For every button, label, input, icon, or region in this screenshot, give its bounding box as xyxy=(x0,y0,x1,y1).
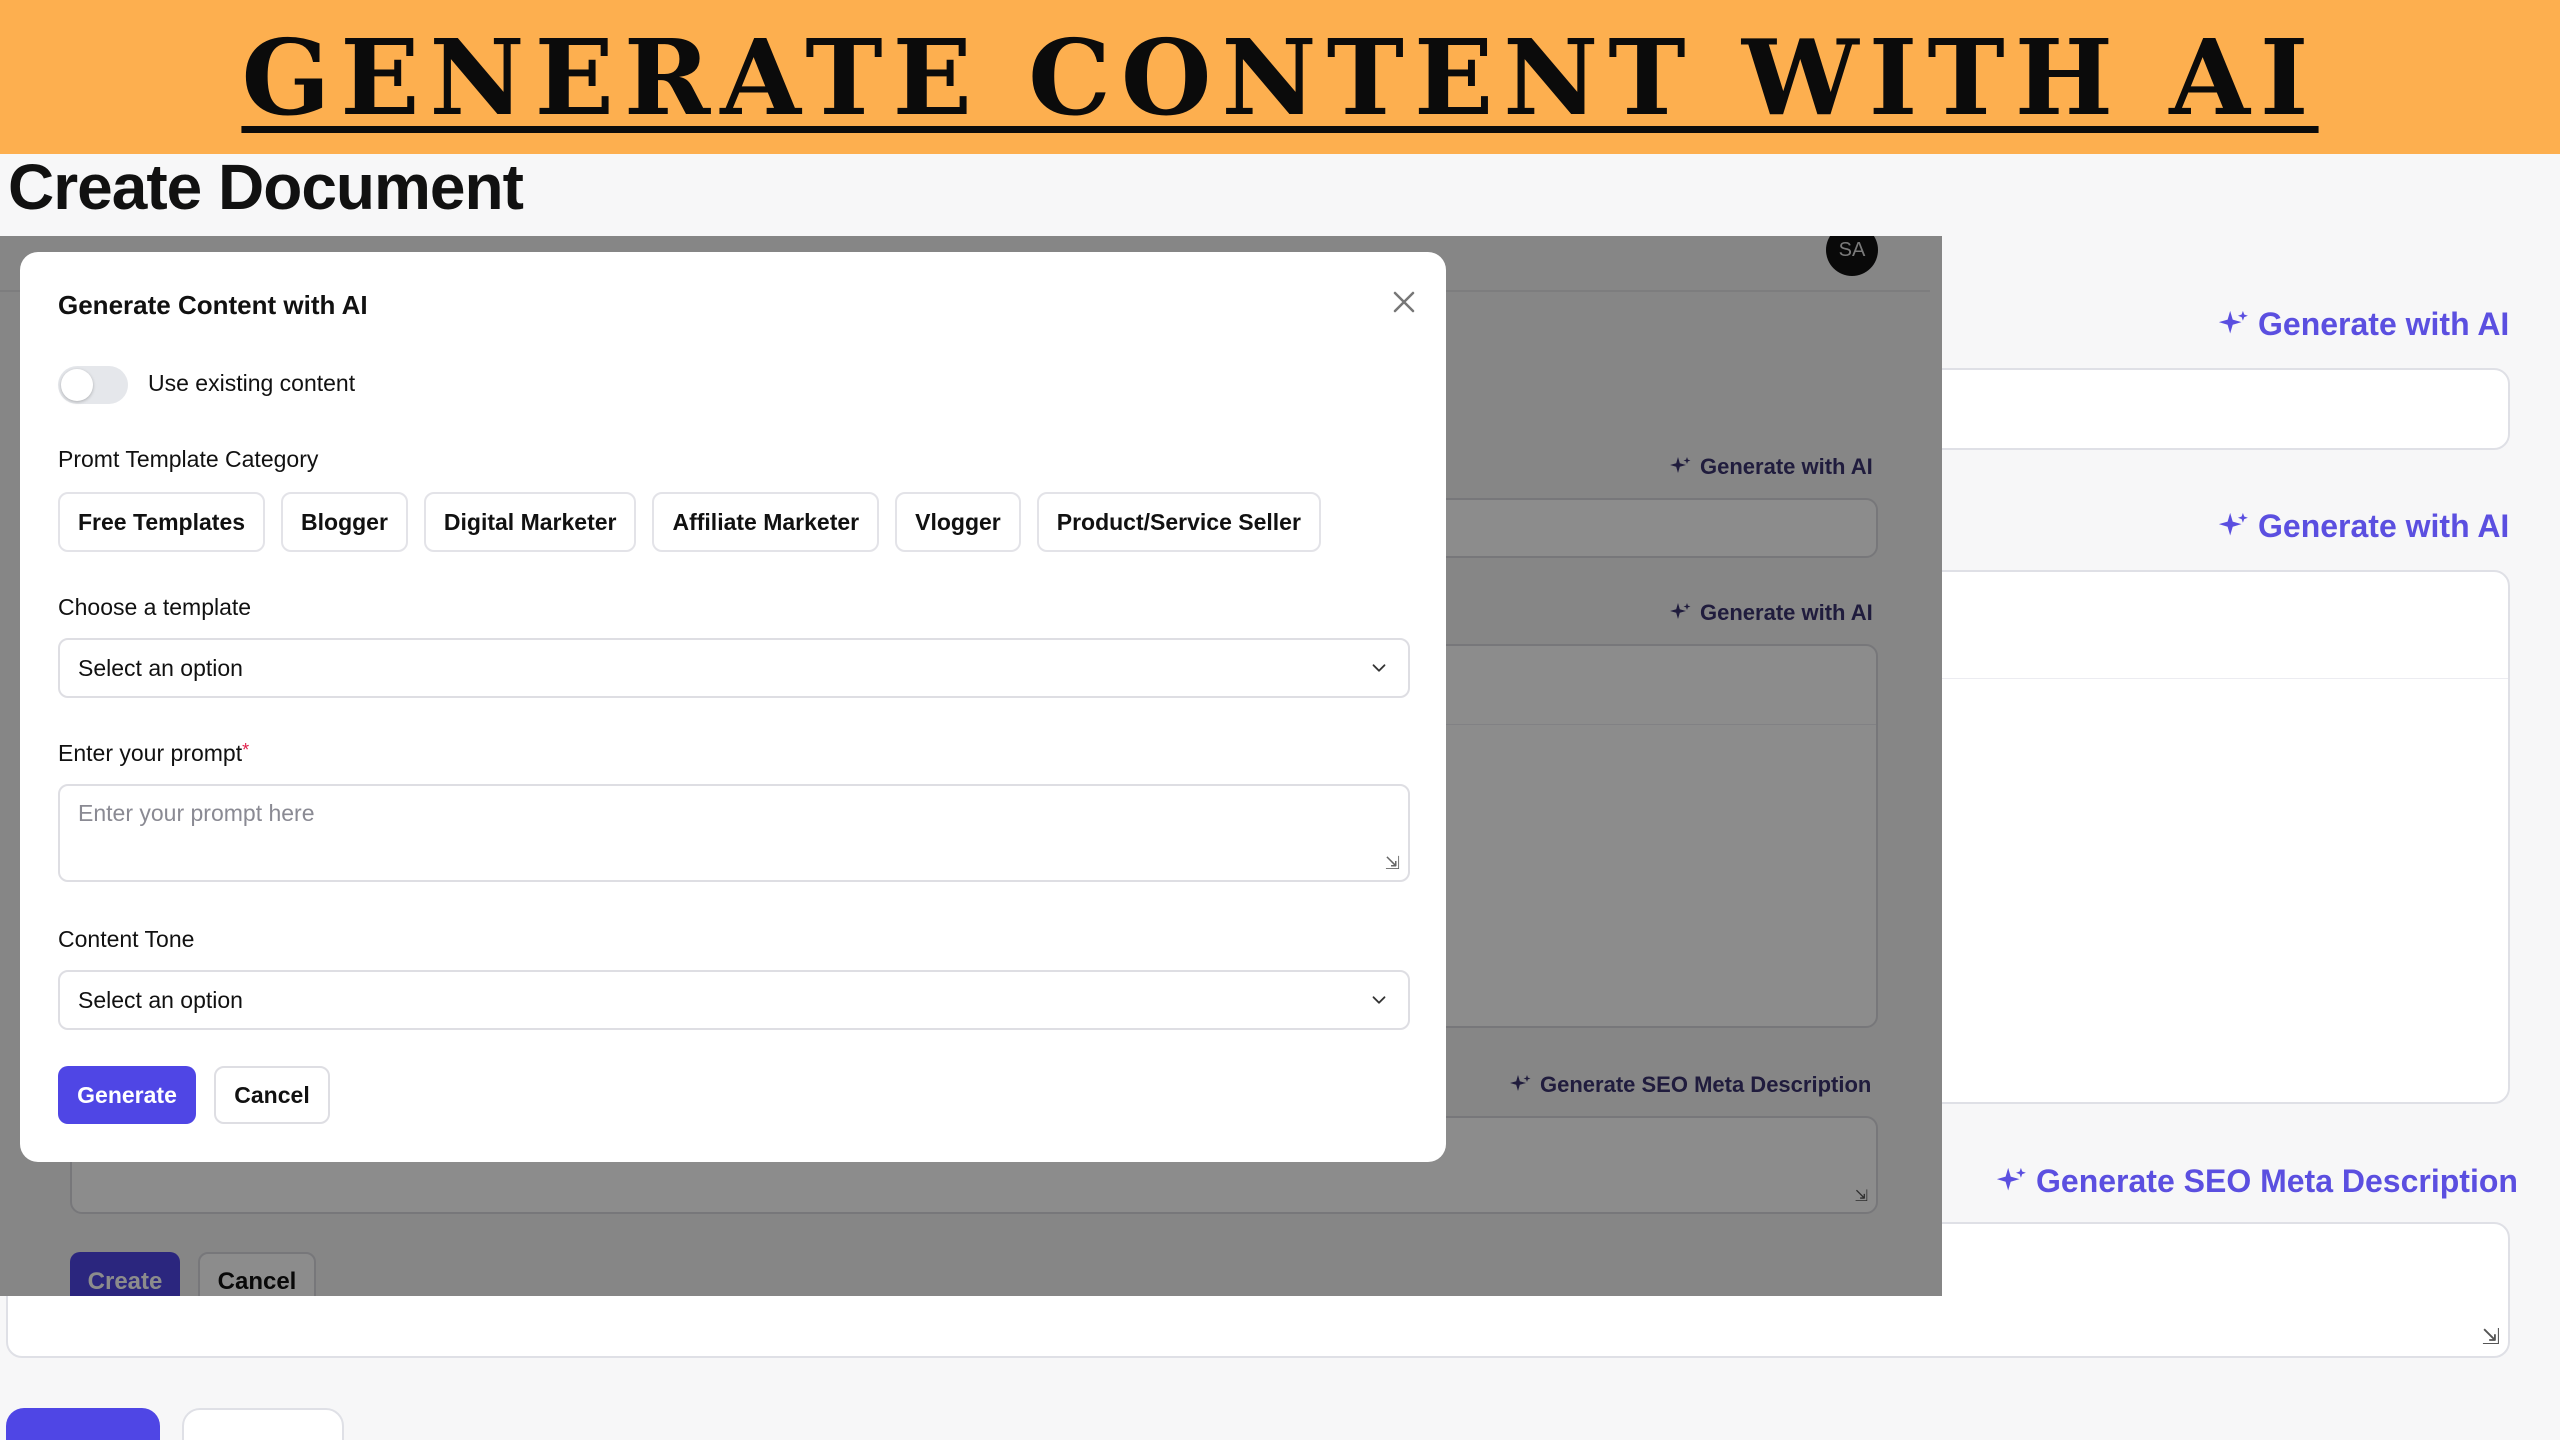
use-existing-label: Use existing content xyxy=(148,370,356,396)
modal-cancel-button[interactable]: Cancel xyxy=(214,1066,330,1124)
prompt-placeholder: Enter your prompt here xyxy=(78,800,315,826)
sparkle-icon xyxy=(2218,512,2248,535)
required-marker: * xyxy=(242,740,250,760)
generate-with-ai-link-title[interactable]: Generate with AI xyxy=(2216,306,2509,343)
title-input[interactable] xyxy=(1920,368,2510,450)
prompt-label: Enter your prompt* xyxy=(58,740,249,767)
close-button[interactable] xyxy=(1382,280,1426,324)
resize-handle-icon[interactable]: ⇲ xyxy=(2482,1324,2500,1350)
modal-title: Generate Content with AI xyxy=(58,290,368,320)
chevron-down-icon xyxy=(1372,664,1386,672)
tone-select-value: Select an option xyxy=(78,986,243,1013)
close-icon xyxy=(1393,291,1415,313)
category-label: Promt Template Category xyxy=(58,446,319,472)
toggle-knob xyxy=(61,369,93,401)
tone-label: Content Tone xyxy=(58,926,195,952)
chip-vlogger[interactable]: Vlogger xyxy=(895,492,1021,552)
editor-toolbar-divider xyxy=(1922,678,2508,679)
generate-seo-link[interactable]: Generate SEO Meta Description xyxy=(1994,1163,2518,1200)
chevron-down-icon xyxy=(1372,996,1386,1004)
generate-with-ai-label: Generate with AI xyxy=(2258,508,2510,544)
generate-button[interactable]: Generate xyxy=(58,1066,196,1124)
resize-handle-icon[interactable]: ⇲ xyxy=(1385,853,1400,874)
sparkle-icon xyxy=(2218,310,2248,333)
chip-product-service-seller[interactable]: Product/Service Seller xyxy=(1036,492,1321,552)
chip-free-templates[interactable]: Free Templates xyxy=(58,492,266,552)
use-existing-toggle[interactable] xyxy=(58,366,128,404)
template-label: Choose a template xyxy=(58,594,252,620)
generate-with-ai-link-content[interactable]: Generate with AI xyxy=(2216,508,2509,545)
prompt-textarea[interactable]: Enter your prompt here ⇲ xyxy=(58,784,1410,882)
generate-seo-label: Generate SEO Meta Description xyxy=(2036,1163,2518,1199)
content-editor[interactable] xyxy=(1920,570,2510,1104)
generate-ai-modal: Generate Content with AI Use existing co… xyxy=(20,252,1446,1162)
banner-title: GENERATE CONTENT WITH AI xyxy=(241,15,2319,139)
sparkle-icon xyxy=(1996,1167,2026,1190)
prompt-label-text: Enter your prompt xyxy=(58,740,243,766)
chip-blogger[interactable]: Blogger xyxy=(281,492,408,552)
create-button[interactable] xyxy=(6,1408,160,1440)
chip-digital-marketer[interactable]: Digital Marketer xyxy=(423,492,637,552)
category-chips: Free Templates Blogger Digital Marketer … xyxy=(58,492,1321,552)
generate-with-ai-label: Generate with AI xyxy=(2258,306,2510,342)
template-select-value: Select an option xyxy=(78,654,243,681)
page-title: Create Document xyxy=(8,151,524,223)
chip-affiliate-marketer[interactable]: Affiliate Marketer xyxy=(652,492,880,552)
tone-select[interactable]: Select an option xyxy=(58,970,1410,1030)
banner: GENERATE CONTENT WITH AI xyxy=(0,0,2560,154)
cancel-button[interactable] xyxy=(182,1408,344,1440)
template-select[interactable]: Select an option xyxy=(58,638,1410,698)
